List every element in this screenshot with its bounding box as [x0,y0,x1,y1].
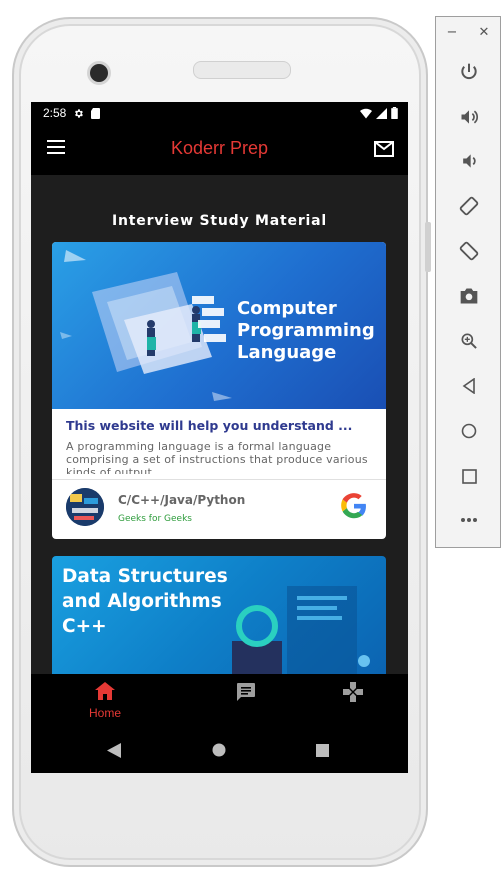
more-button[interactable] [457,508,481,532]
banner-line: Language [237,342,337,363]
back-icon [462,378,475,394]
card-banner-text: Data Structures and Algorithms C++ [62,564,228,639]
nav-home-label: Home [89,706,122,720]
sd-card-icon [91,107,101,119]
content-area[interactable]: Interview Study Material Computer Progra… [31,175,408,686]
banner-line: Data Structures [62,566,228,587]
rotate-left-button[interactable] [457,194,481,218]
source-name: Geeks for Geeks [118,514,192,524]
gamepad-icon [343,682,363,702]
app-bar: Koderr Prep [31,124,408,175]
volume-down-icon [463,154,476,168]
banner-line: Computer [237,298,337,319]
front-camera [87,61,111,85]
card-divider [52,479,386,480]
google-logo-icon [341,493,366,519]
battery-icon [391,107,398,119]
rotate-right-icon [459,241,479,261]
study-card[interactable]: Data Structures and Algorithms C++ [52,556,386,686]
source-title: C/C++/Java/Python [118,493,246,507]
source-avatar [66,488,104,526]
device-screen: 2:58 Koderr Prep Interview Study Materia… [31,102,408,773]
banner-line: Programming [237,320,375,341]
rotate-right-button[interactable] [457,239,481,263]
banner-line: and Algorithms [62,591,222,612]
system-navigation-bar [31,726,408,773]
volume-up-button[interactable] [457,105,481,129]
status-bar: 2:58 [31,102,408,124]
power-button[interactable] [457,60,481,84]
overview-icon[interactable] [316,744,329,757]
home-circle-icon[interactable] [212,743,226,757]
toolbar-back-button[interactable] [457,374,481,398]
zoom-icon [461,333,477,349]
toolbar-home-button[interactable] [457,419,481,443]
zoom-button[interactable] [457,329,481,353]
bottom-navigation: Home [31,674,408,726]
signal-icon [376,107,387,119]
device-side-button [425,222,431,272]
section-title: Interview Study Material [112,213,327,229]
wifi-icon [360,108,372,118]
volume-down-button[interactable] [457,149,481,173]
camera-icon [460,288,478,304]
screenshot-button[interactable] [457,284,481,308]
mail-icon[interactable] [374,141,394,157]
app-title: Koderr Prep [170,138,269,158]
home-circle-icon [461,423,477,439]
rotate-left-icon [459,196,479,216]
status-time: 2:58 [43,106,67,120]
power-icon [461,63,477,80]
card-banner-text: Computer Programming Language [237,298,375,364]
home-icon [95,682,115,700]
more-icon [461,518,477,522]
card-description: A programming language is a formal langu… [66,440,368,474]
study-card[interactable]: Computer Programming Language This websi… [52,242,386,539]
back-icon[interactable] [107,743,121,758]
emulator-toolbar: − ✕ [435,16,501,548]
chat-icon [237,683,255,701]
nav-chat[interactable] [236,682,256,706]
earpiece-speaker [193,61,291,79]
volume-up-icon [461,110,479,124]
toolbar-overview-button[interactable] [457,464,481,488]
card-banner-image: Computer Programming Language [52,242,386,409]
minimize-icon[interactable]: − [447,25,458,40]
nav-home[interactable]: Home [89,682,121,720]
card-headline[interactable]: This website will help you understand ..… [66,418,352,433]
overview-icon [461,468,477,484]
close-icon[interactable]: ✕ [479,25,490,40]
gear-icon [75,108,84,118]
banner-line: C++ [62,616,107,637]
nav-games[interactable] [343,682,363,706]
